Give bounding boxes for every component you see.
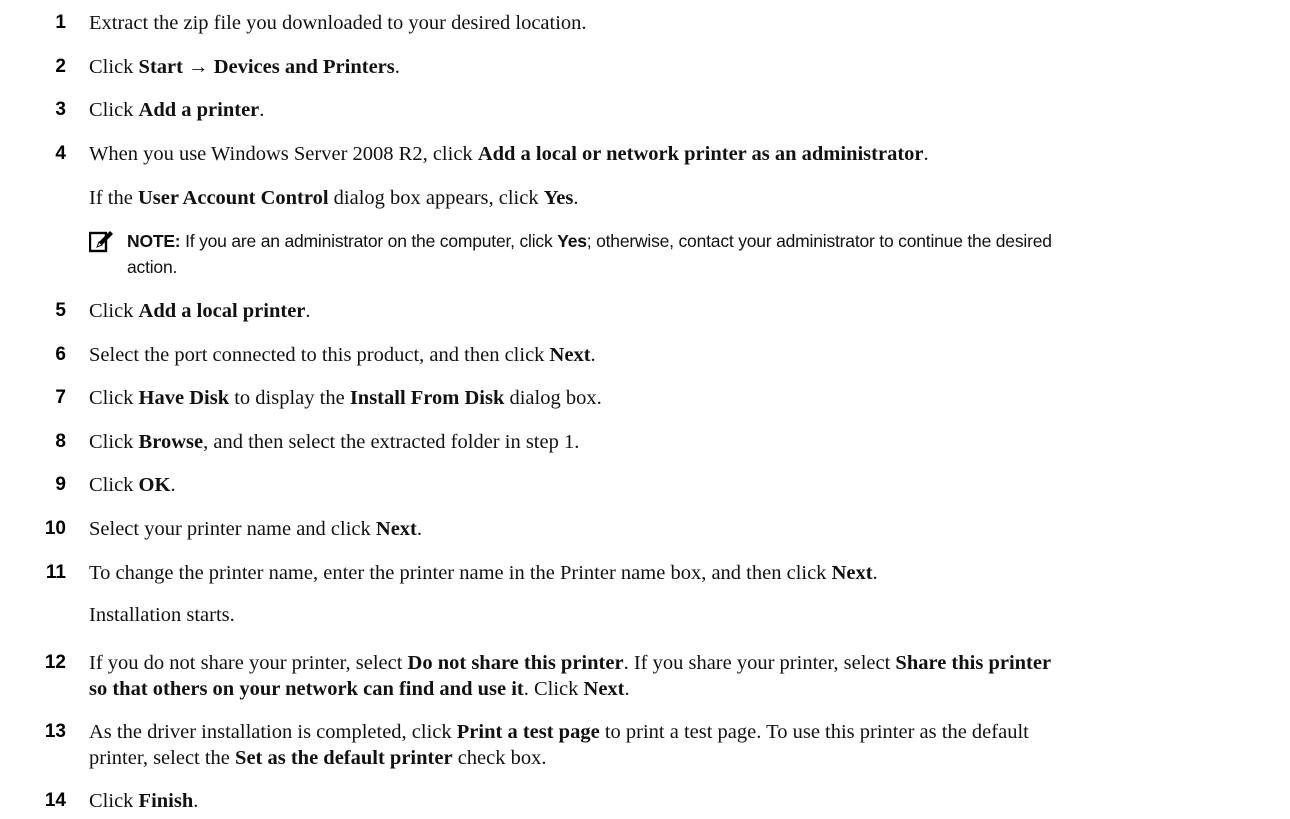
- step-text: If you do not share your printer, select…: [89, 652, 1052, 674]
- step-number: 6: [55, 344, 66, 365]
- step-text: To change the printer name, enter the pr…: [89, 562, 878, 584]
- step-number: 11: [45, 562, 66, 583]
- ui-term: Next: [831, 562, 873, 584]
- ui-term: Browse: [138, 431, 204, 453]
- ui-term: Next: [375, 518, 417, 540]
- step-number: 8: [55, 431, 66, 452]
- step-number: 5: [55, 300, 66, 321]
- ui-term: Install From Disk: [349, 387, 505, 409]
- ui-term: Have Disk: [138, 387, 230, 409]
- step-text: Extract the zip file you downloaded to y…: [89, 12, 587, 34]
- step-13-line2: printer, select the Set as the default p…: [89, 747, 547, 769]
- step-text: Click OK.: [89, 474, 176, 496]
- ui-term: Add a local printer: [138, 300, 306, 322]
- ui-term: OK: [138, 474, 171, 496]
- ui-term: so that others on your network can find …: [89, 678, 524, 700]
- step-12-line2: so that others on your network can find …: [89, 678, 630, 700]
- ui-term: Yes: [543, 187, 574, 209]
- step-text: Click Add a local printer.: [89, 300, 311, 322]
- ui-term: Finish: [138, 790, 194, 812]
- ui-term: User Account Control: [137, 187, 329, 209]
- note-label: NOTE:: [127, 231, 181, 251]
- step-number: 1: [55, 12, 66, 33]
- ui-term: Do not share this printer: [407, 652, 624, 674]
- step-text: Select the port connected to this produc…: [89, 344, 596, 366]
- step-text: Click Start → Devices and Printers.: [89, 56, 400, 78]
- step-number: 7: [55, 387, 66, 408]
- step-11-subtext: Installation starts.: [89, 604, 235, 626]
- step-number: 9: [55, 474, 66, 495]
- ui-term: Share this printer: [895, 652, 1052, 674]
- step-4-subtext: If the User Account Control dialog box a…: [89, 187, 579, 209]
- note-text-line2: action.: [127, 257, 178, 277]
- step-number: 12: [44, 652, 66, 673]
- step-text: As the driver installation is completed,…: [89, 721, 1029, 743]
- ui-term: Add a printer: [138, 99, 260, 121]
- step-number: 14: [44, 790, 66, 811]
- ui-term: Print a test page: [456, 721, 600, 743]
- step-text: When you use Windows Server 2008 R2, cli…: [89, 143, 929, 165]
- step-text: Click Browse, and then select the extrac…: [89, 431, 580, 453]
- step-text: Select your printer name and click Next.: [89, 518, 422, 540]
- step-number: 13: [44, 721, 66, 742]
- step-number: 10: [44, 518, 66, 539]
- ui-term: Add a local or network printer as an adm…: [477, 143, 924, 165]
- ui-term: Yes: [557, 231, 587, 251]
- pencil-note-icon: [89, 231, 113, 253]
- note-text: NOTE: If you are an administrator on the…: [127, 231, 1052, 251]
- instruction-page: 1 Extract the zip file you downloaded to…: [0, 0, 1290, 819]
- ui-term: Next: [583, 678, 625, 700]
- step-text: Click Have Disk to display the Install F…: [89, 387, 602, 409]
- step-text: Click Finish.: [89, 790, 199, 812]
- ui-term: Next: [549, 344, 591, 366]
- step-number: 2: [55, 56, 66, 77]
- ui-term: Start → Devices and Printers: [138, 56, 395, 78]
- step-text: Click Add a printer.: [89, 99, 265, 121]
- step-number: 4: [55, 143, 66, 164]
- ui-term: Set as the default printer: [235, 747, 453, 769]
- step-number: 3: [55, 99, 66, 120]
